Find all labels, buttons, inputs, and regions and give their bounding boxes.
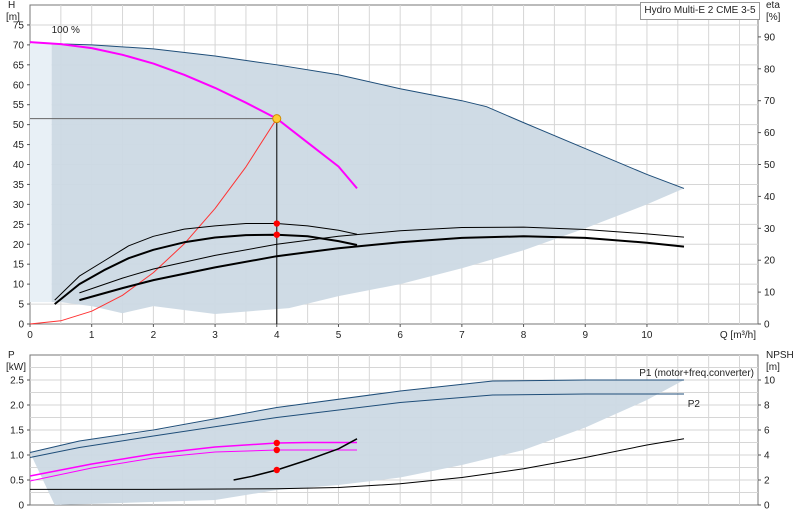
power-duty-marker [273,439,280,447]
power-ytick-label: 2.0 [10,401,24,412]
qh-y2tick-label: 40 [764,192,776,203]
power-legend-p2: P2 [688,399,701,410]
power-ytick-label: 1.0 [10,451,24,462]
qh-ytick-label: 25 [13,220,25,231]
power-ylabel-left-unit: [kW] [6,362,26,373]
qh-ytick-label: 70 [13,40,25,51]
qh-ytick-label: 5 [18,300,24,311]
chart-canvas: 0510152025303540455055606570750102030405… [6,0,794,512]
qh-xtick-label: 9 [582,330,588,341]
qh-ylabel-right-unit: [%] [766,12,781,23]
qh-ylabel-left-unit: [m] [6,12,20,23]
qh-ytick-label: 30 [13,200,25,211]
qh-ytick-label: 45 [13,140,25,151]
qh-y2tick-label: 50 [764,160,776,171]
power-y2tick-label: 0 [764,501,770,512]
qh-ytick-label: 65 [13,60,25,71]
power-y2tick-label: 10 [764,376,776,387]
qh-duty-marker [273,231,280,238]
qh-xtick-label: 1 [89,330,95,341]
qh-xtick-label: 7 [459,330,465,341]
qh-xtick-label: 3 [212,330,218,341]
qh-y2tick-label: 10 [764,288,776,299]
power-ytick-label: 1.5 [10,426,24,437]
qh-y2tick-label: 90 [764,32,776,43]
power-ytick-label: 2.5 [10,376,24,387]
qh-y2tick-label: 0 [764,320,770,331]
qh-ytick-label: 0 [18,320,24,331]
qh-xtick-label: 10 [641,330,653,341]
qh-xtick-label: 8 [521,330,527,341]
qh-ylabel-right: eta [766,0,780,11]
power-ylabel-left: P [8,350,15,361]
qh-y2tick-label: 80 [764,64,776,75]
power-y2tick-label: 2 [764,476,770,487]
qh-y2tick-label: 60 [764,128,776,139]
power-y2tick-label: 6 [764,426,770,437]
power-ytick-label: 0.5 [10,476,24,487]
qh-ytick-label: 60 [13,80,25,91]
qh-speed-annotation: 100 % [52,25,80,36]
qh-xtick-label: 0 [27,330,33,341]
qh-ytick-label: 35 [13,180,25,191]
qh-ylabel-left: H [8,0,15,11]
power-duty-marker [273,466,280,474]
chart-title: Hydro Multi-E 2 CME 3-5 [640,2,760,20]
pump-curve-figure: Hydro Multi-E 2 CME 3-5 0 5 10 15 20 25 30 35 40… [0,0,800,520]
qh-ytick-label: 20 [13,240,25,251]
qh-ytick-label: 40 [13,160,25,171]
power-ylabel-right: NPSH [766,350,794,361]
qh-duty-marker [272,114,282,124]
qh-ytick-label: 15 [13,260,25,271]
qh-y2tick-label: 20 [764,256,776,267]
qh-xtick-label: 6 [397,330,403,341]
qh-xtick-label: 2 [151,330,157,341]
qh-xtick-label: 5 [336,330,342,341]
power-ytick-label: 0 [18,501,24,512]
qh-duty-marker [273,220,280,227]
qh-y2tick-label: 70 [764,96,776,107]
qh-y2tick-label: 30 [764,224,776,235]
qh-ytick-label: 55 [13,100,25,111]
qh-xlabel: Q [m³/h] [720,330,756,341]
qh-ytick-label: 10 [13,280,25,291]
qh-ytick-label: 50 [13,120,25,131]
power-duty-marker [273,446,280,454]
power-y2tick-label: 4 [764,451,770,462]
qh-xtick-label: 4 [274,330,280,341]
qh-region-strip [30,43,52,303]
power-legend-p1: P1 (motor+freq.converter) [639,368,754,379]
power-y2tick-label: 8 [764,401,770,412]
power-ylabel-right-unit: [m] [766,362,780,373]
